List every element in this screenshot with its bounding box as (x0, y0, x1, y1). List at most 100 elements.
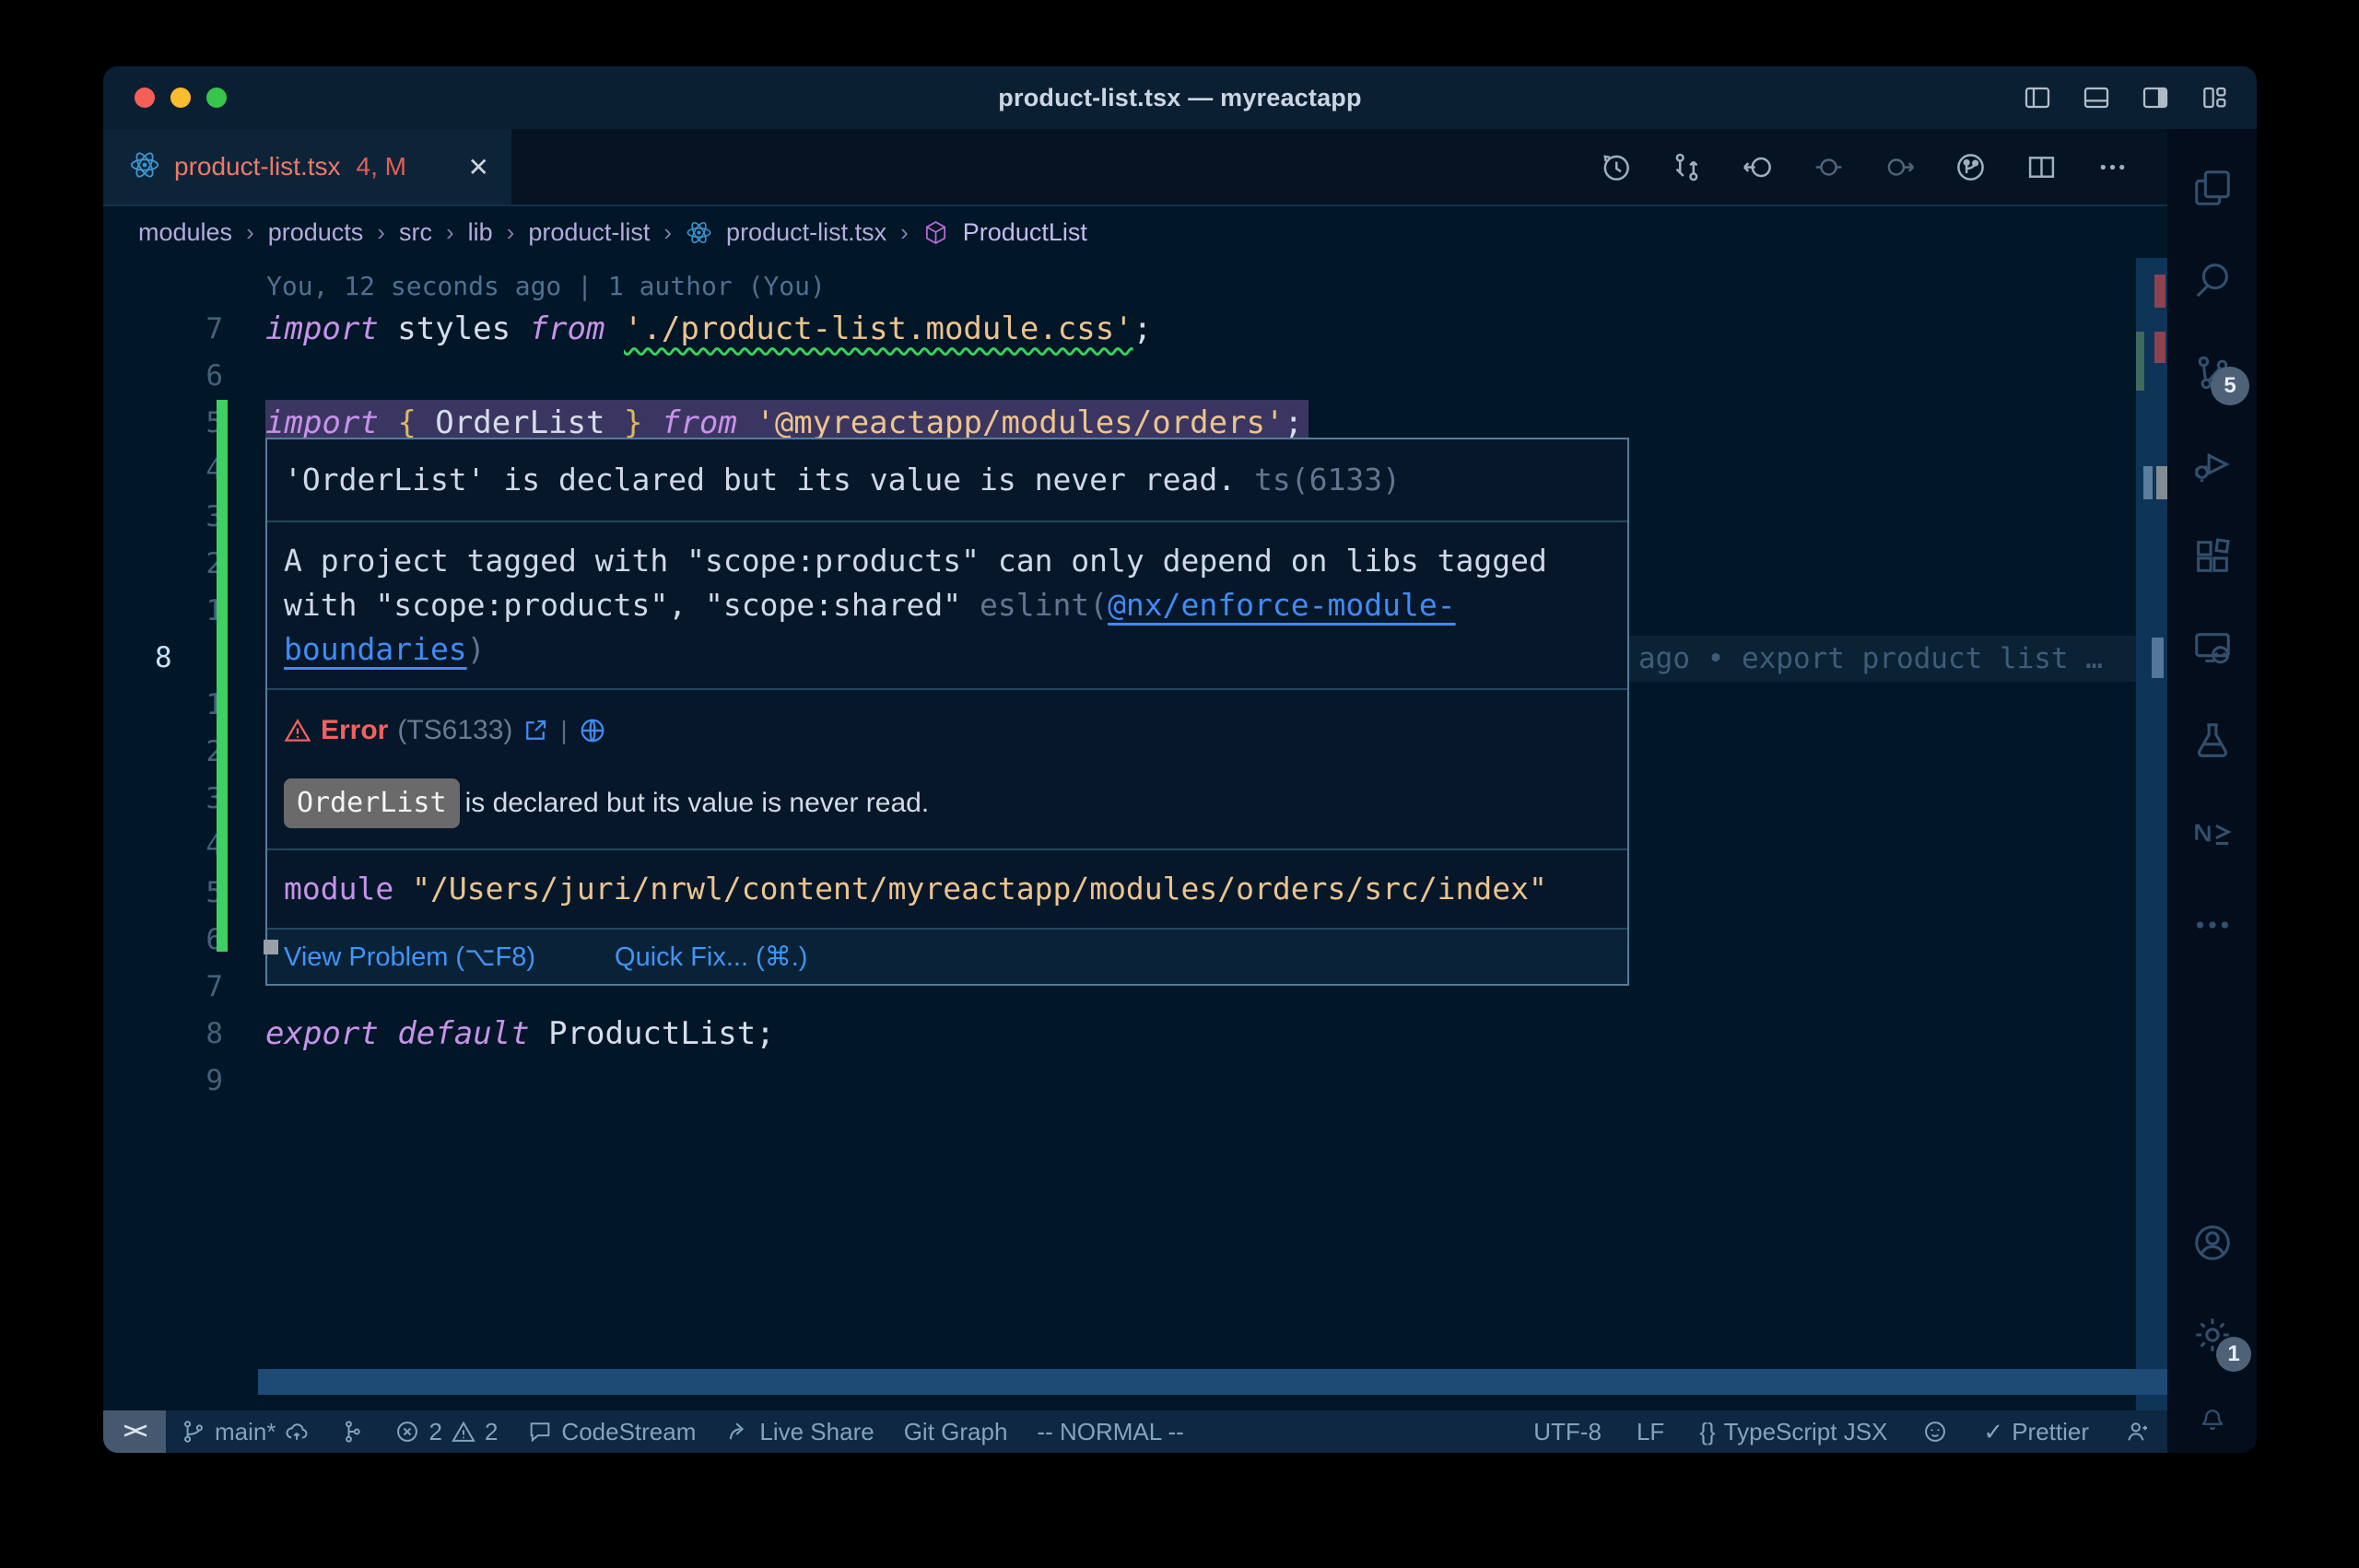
code-line[interactable]: 9 (103, 1058, 2136, 1105)
code-token (642, 404, 661, 441)
encoding-status-item[interactable]: UTF-8 (1516, 1410, 1619, 1453)
code-token: OrderList (435, 404, 604, 441)
breadcrumb-item[interactable]: products (268, 218, 364, 247)
customize-layout-icon[interactable] (2200, 83, 2229, 112)
breadcrumb-item[interactable]: product-list.tsx (726, 218, 886, 247)
extensions-activity-icon[interactable] (2167, 510, 2257, 603)
inline-blame: ago • export product list … (1629, 642, 2103, 675)
overview-mark-error (2154, 332, 2165, 363)
language-status-item[interactable]: {} TypeScript JSX (1682, 1410, 1905, 1453)
notifications-bell-icon[interactable] (2167, 1381, 2257, 1453)
breadcrumb: modules › products › src › lib › product… (103, 206, 2167, 258)
line-number-gutter: 7 (103, 306, 265, 353)
test-beaker-activity-icon[interactable] (2167, 695, 2257, 787)
line-number-gutter: 6 (103, 917, 265, 964)
tab-filename: product-list.tsx (174, 152, 341, 181)
github-status-item[interactable] (1905, 1410, 1966, 1453)
account-activity-icon[interactable] (2167, 1197, 2257, 1289)
vim-mode-status-item[interactable]: -- NORMAL -- (1022, 1410, 1198, 1453)
breadcrumb-separator: › (377, 218, 385, 247)
editor-actions (1600, 129, 2167, 205)
run-debug-activity-icon[interactable] (2167, 418, 2257, 510)
error-detail-section: Error (TS6133) | OrderList is declared b… (267, 688, 1627, 848)
project-graph-status-item[interactable] (324, 1410, 380, 1453)
compare-changes-icon[interactable] (1671, 151, 1703, 183)
diagnostic-text: 'OrderList' is declared but its value is… (284, 462, 1254, 497)
code-line[interactable]: 7 import styles from './product-list.mod… (103, 306, 2136, 353)
live-share-label: Live Share (759, 1418, 874, 1446)
nav-current-icon (1813, 151, 1845, 183)
current-line-highlight: ago • export product list … (1629, 636, 2136, 682)
tooltip-resize-handle[interactable] (264, 940, 278, 954)
module-path-row: module "/Users/juri/nrwl/content/myreact… (267, 848, 1627, 928)
language-label: TypeScript JSX (1724, 1418, 1888, 1446)
more-views-activity-icon[interactable] (2167, 879, 2257, 971)
symbol-message: is declared but its value is never read. (465, 781, 930, 825)
overview-mark-cursor (2156, 466, 2167, 499)
horizontal-scrollbar[interactable] (258, 1369, 2167, 1395)
codestream-status-item[interactable]: CodeStream (512, 1410, 710, 1453)
code-token (605, 404, 624, 441)
prettier-status-item[interactable]: ✓ Prettier (1966, 1410, 2107, 1453)
code-line[interactable]: 8 export default ProductList; (103, 1011, 2136, 1058)
code-line-text[interactable]: export default ProductList; (265, 1011, 775, 1058)
nav-back-icon[interactable] (1742, 151, 1774, 183)
code-token: '@myreactapp/modules/orders' (756, 404, 1284, 441)
line-number: 5 (103, 400, 265, 447)
git-graph-status-item[interactable]: Git Graph (889, 1410, 1023, 1453)
globe-icon[interactable] (579, 717, 606, 744)
code-area[interactable]: You, 12 seconds ago | 1 author (You) 7 i… (103, 258, 2136, 1410)
breadcrumb-separator: › (507, 218, 515, 247)
gutter-modified-indicator (217, 400, 228, 952)
breadcrumb-item[interactable]: product-list (528, 218, 650, 247)
error-label: Error (321, 708, 388, 753)
toggle-sidebar-icon[interactable] (2023, 83, 2052, 112)
code-token (737, 404, 756, 441)
tab-problem-badge: 4, M (357, 152, 406, 181)
git-graph-label: Git Graph (904, 1418, 1008, 1446)
code-token: styles (379, 310, 530, 347)
remote-indicator[interactable]: >< (103, 1410, 166, 1453)
view-problem-link[interactable]: View Problem (⌥F8) (284, 941, 535, 973)
live-share-status-item[interactable]: Live Share (710, 1410, 888, 1453)
code-line[interactable]: 6 (103, 353, 2136, 400)
check-icon: ✓ (1983, 1418, 2003, 1446)
breadcrumb-item[interactable]: lib (468, 218, 493, 247)
code-line-text[interactable]: import styles from './product-list.modul… (265, 306, 1152, 353)
line-number-gutter: 4 (103, 823, 265, 870)
line-number: 7 (103, 964, 265, 1011)
open-external-icon[interactable] (522, 717, 549, 744)
search-activity-icon[interactable] (2167, 234, 2257, 326)
split-editor-icon[interactable] (2025, 151, 2058, 183)
clock-history-icon[interactable] (1600, 151, 1632, 183)
run-graph-icon[interactable] (1954, 151, 1987, 183)
tab-product-list[interactable]: product-list.tsx 4, M ✕ (103, 129, 511, 205)
scrollbar-slider[interactable] (2152, 638, 2164, 678)
rule-source-open: eslint( (980, 587, 1108, 623)
code-token: import (265, 310, 379, 347)
toggle-secondary-sidebar-icon[interactable] (2141, 83, 2170, 112)
breadcrumb-item[interactable]: modules (138, 218, 232, 247)
branch-status-item[interactable]: main* (166, 1410, 324, 1453)
remote-explorer-activity-icon[interactable] (2167, 603, 2257, 695)
quick-fix-link[interactable]: Quick Fix... (⌘.) (615, 941, 807, 973)
code-token: { (397, 404, 416, 441)
tab-close-icon[interactable]: ✕ (468, 152, 489, 182)
settings-gear-activity-icon[interactable]: 1 (2167, 1289, 2257, 1381)
nx-console-activity-icon[interactable] (2167, 787, 2257, 879)
toggle-panel-icon[interactable] (2082, 83, 2111, 112)
problems-status-item[interactable]: 2 2 (380, 1410, 512, 1453)
line-number: 3 (103, 776, 265, 823)
breadcrumb-item[interactable]: ProductList (963, 218, 1087, 247)
line-number-gutter: 5 (103, 870, 265, 917)
source-control-activity-icon[interactable]: 5 (2167, 326, 2257, 418)
code-token: ProductList; (530, 1015, 775, 1052)
more-actions-icon[interactable] (2096, 151, 2129, 183)
explorer-activity-icon[interactable] (2167, 142, 2257, 234)
feedback-status-item[interactable] (2107, 1410, 2167, 1453)
code-token: ; (1133, 310, 1152, 347)
breadcrumb-item[interactable]: src (399, 218, 432, 247)
vertical-scrollbar[interactable] (2136, 258, 2167, 1410)
prettier-label: Prettier (2012, 1418, 2089, 1446)
eol-status-item[interactable]: LF (1619, 1410, 1682, 1453)
